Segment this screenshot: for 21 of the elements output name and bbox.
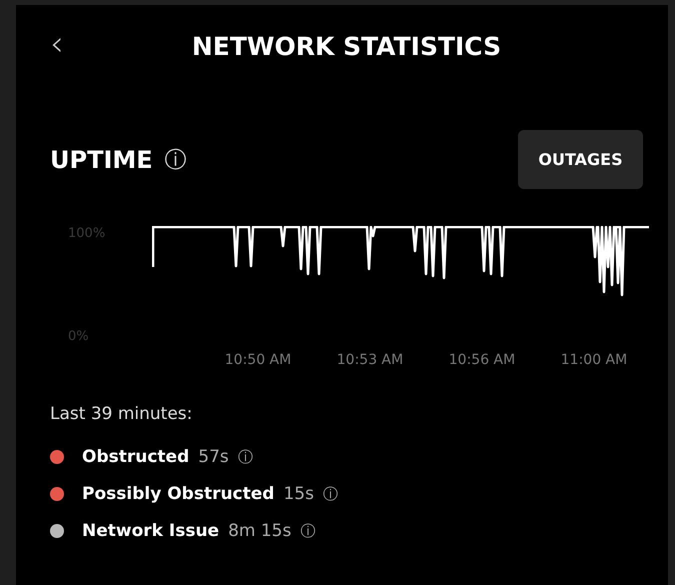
status-label: Possibly Obstructed — [82, 484, 274, 504]
axis-label: 11:00 AM — [560, 352, 628, 368]
status-label: Network Issue — [82, 521, 220, 541]
page-title: NETWORK STATISTICS — [192, 32, 502, 60]
back-button[interactable]: ‹ — [50, 27, 64, 61]
summary-caption: Last 39 minutes: — [50, 404, 194, 424]
section-title: UPTIME — [50, 146, 153, 174]
axis-label: 100% — [68, 226, 106, 241]
axis-label: 10:50 AM — [224, 352, 292, 368]
info-icon[interactable]: ⓘ — [322, 484, 338, 504]
axis-label: 10:53 AM — [336, 352, 404, 368]
axis-label: 10:56 AM — [448, 352, 516, 368]
status-duration: 15s — [283, 484, 314, 504]
status-duration: 8m 15s — [228, 521, 292, 541]
status-label: Obstructed — [82, 447, 190, 467]
info-icon[interactable]: ⓘ — [300, 522, 316, 540]
outages-button[interactable]: OUTAGES — [518, 130, 643, 189]
info-icon[interactable]: ⓘ — [238, 448, 253, 466]
info-icon[interactable]: ⓘ — [164, 144, 187, 174]
status-duration: 57s — [198, 447, 229, 467]
axis-label: 0% — [68, 329, 90, 344]
